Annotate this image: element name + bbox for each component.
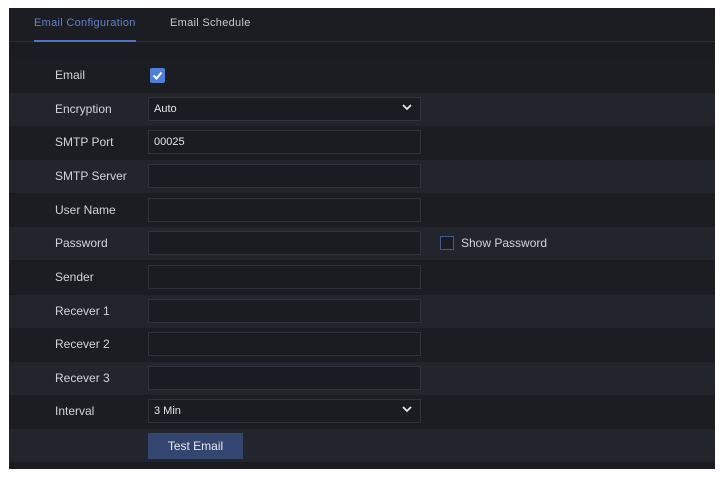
encryption-value: Auto	[154, 103, 177, 115]
email-label: Email	[55, 68, 86, 82]
row-interval: Interval 3 Min	[9, 395, 715, 428]
checkmark-icon	[152, 71, 163, 80]
password-input[interactable]	[148, 231, 421, 255]
show-password-checkbox[interactable]	[440, 236, 454, 250]
smtp-server-label: SMTP Server	[55, 169, 127, 183]
row-receiver-3: Recever 3	[9, 362, 715, 395]
user-name-label: User Name	[55, 203, 116, 217]
tab-email-schedule[interactable]: Email Schedule	[170, 8, 251, 41]
receiver-1-label: Recever 1	[55, 304, 110, 318]
sender-label: Sender	[55, 270, 94, 284]
tab-email-configuration[interactable]: Email Configuration	[34, 8, 136, 42]
encryption-select[interactable]: Auto	[148, 97, 421, 121]
row-receiver-2: Recever 2	[9, 328, 715, 361]
receiver-2-input[interactable]	[148, 332, 421, 356]
row-encryption: Encryption Auto	[9, 93, 715, 126]
row-user-name: User Name	[9, 194, 715, 227]
row-email: Email	[9, 59, 715, 92]
tab-bar: Email Configuration Email Schedule	[9, 8, 715, 42]
row-test-email: Test Email	[9, 429, 715, 462]
receiver-3-input[interactable]	[148, 366, 421, 390]
receiver-2-label: Recever 2	[55, 337, 110, 351]
email-settings-panel: Email Configuration Email Schedule Email…	[9, 8, 715, 469]
encryption-label: Encryption	[55, 102, 112, 116]
user-name-input[interactable]	[148, 198, 421, 222]
row-receiver-1: Recever 1	[9, 295, 715, 328]
interval-value: 3 Min	[154, 405, 181, 417]
interval-label: Interval	[55, 404, 95, 418]
show-password-label: Show Password	[461, 236, 548, 250]
password-label: Password	[55, 236, 108, 250]
row-smtp-port: SMTP Port 00025	[9, 126, 715, 159]
receiver-3-label: Recever 3	[55, 371, 110, 385]
sender-input[interactable]	[148, 265, 421, 289]
receiver-1-input[interactable]	[148, 299, 421, 323]
chevron-down-icon	[402, 98, 412, 120]
interval-select[interactable]: 3 Min	[148, 399, 421, 423]
smtp-port-label: SMTP Port	[55, 135, 114, 149]
test-email-button[interactable]: Test Email	[148, 433, 243, 459]
chevron-down-icon	[402, 400, 412, 422]
row-sender: Sender	[9, 261, 715, 294]
smtp-port-input[interactable]: 00025	[148, 130, 421, 154]
email-enable-checkbox[interactable]	[150, 68, 165, 83]
row-smtp-server: SMTP Server	[9, 160, 715, 193]
smtp-server-input[interactable]	[148, 164, 421, 188]
row-password: Password Show Password	[9, 227, 715, 260]
